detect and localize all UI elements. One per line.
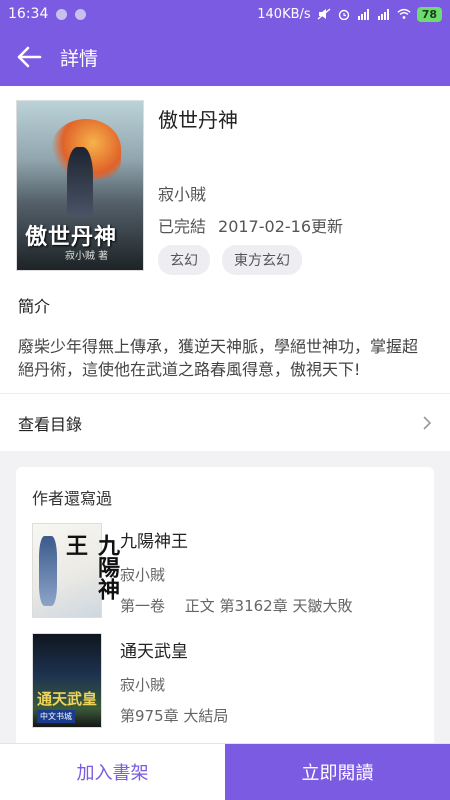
book-header: 傲世丹神 寂小贼 著 傲世丹神 寂小賊 已完結 2017-02-16更新 玄幻 …	[0, 86, 450, 287]
book-update-date: 2017-02-16更新	[218, 217, 344, 236]
book-item-title: 九陽神王	[120, 532, 188, 552]
book-cover-image: 傲世丹神 寂小贼 著	[16, 100, 144, 271]
cover-author: 寂小贼 著	[65, 251, 109, 262]
book-thumbnail: 通天武皇 中文书城	[32, 633, 102, 728]
tag-list: 玄幻 東方玄幻	[158, 245, 434, 275]
notification-dot-icon	[56, 8, 68, 20]
thumbnail-title: 九陽神王	[62, 534, 120, 600]
author-books-card: 作者還寫過 九陽神王 九陽神王 寂小賊 第一卷 正文 第3162章 天皺大敗 通…	[16, 467, 434, 743]
cover-art	[39, 536, 57, 606]
book-author[interactable]: 寂小賊	[158, 181, 434, 205]
page-title: 詳情	[60, 47, 99, 70]
bottom-action-bar: 加入書架 立即閱讀	[0, 743, 450, 800]
author-books-heading: 作者還寫過	[32, 489, 113, 508]
list-item[interactable]: 通天武皇 中文书城 通天武皇 寂小賊 第975章 大結局	[32, 633, 418, 743]
tag-chip[interactable]: 東方玄幻	[222, 245, 302, 275]
notification-dot-icon	[75, 8, 87, 20]
status-bar: 16:34 140KB/s 78	[0, 0, 450, 28]
thumbnail-title: 通天武皇	[37, 690, 98, 708]
book-status: 已完結	[158, 217, 207, 236]
arrow-left-icon	[17, 46, 42, 68]
battery-indicator: 78	[416, 6, 442, 22]
view-toc-label: 查看目錄	[18, 414, 83, 434]
intro-heading: 簡介	[18, 297, 51, 316]
mute-icon	[317, 8, 331, 20]
book-item-chapter: 第一卷 正文 第3162章 天皺大敗	[120, 597, 353, 615]
book-item-meta: 九陽神王 寂小賊 第一卷 正文 第3162章 天皺大敗	[120, 523, 352, 633]
chevron-right-icon	[423, 415, 432, 430]
thumbnail-publisher: 中文书城	[37, 710, 75, 723]
status-time: 16:34	[8, 6, 49, 22]
book-item-title: 通天武皇	[120, 642, 188, 662]
intro-text: 廢柴少年得無上傳承，獲逆天神脈，學絕世神功，掌握超絕丹術，這使他在武道之路春風得…	[18, 337, 419, 379]
back-button[interactable]	[12, 40, 46, 74]
signal-icon	[377, 9, 389, 20]
book-item-author: 寂小賊	[120, 566, 166, 584]
book-info-panel: 傲世丹神 寂小贼 著 傲世丹神 寂小賊 已完結 2017-02-16更新 玄幻 …	[0, 86, 450, 451]
detail-content[interactable]: 傲世丹神 寂小贼 著 傲世丹神 寂小賊 已完結 2017-02-16更新 玄幻 …	[0, 86, 450, 743]
list-item[interactable]: 九陽神王 九陽神王 寂小賊 第一卷 正文 第3162章 天皺大敗	[32, 523, 418, 633]
cover-art	[67, 147, 93, 217]
book-item-meta: 通天武皇 寂小賊 第975章 大結局	[120, 633, 228, 743]
book-item-author: 寂小賊	[120, 676, 166, 694]
tag-chip[interactable]: 玄幻	[158, 245, 210, 275]
book-title: 傲世丹神	[158, 108, 238, 132]
app-bar: 詳情	[0, 28, 450, 86]
read-now-button[interactable]: 立即閱讀	[225, 744, 450, 800]
book-thumbnail: 九陽神王	[32, 523, 120, 618]
book-item-chapter: 第975章 大結局	[120, 707, 229, 725]
alarm-icon	[338, 9, 349, 20]
signal-icon	[357, 9, 369, 20]
book-status-line: 已完結 2017-02-16更新	[158, 213, 434, 237]
network-speed: 140KB/s	[257, 6, 311, 22]
wifi-icon	[397, 8, 411, 19]
book-meta: 傲世丹神 寂小賊 已完結 2017-02-16更新 玄幻 東方玄幻	[158, 100, 434, 275]
view-toc-row[interactable]: 查看目錄	[0, 393, 450, 451]
add-to-shelf-button[interactable]: 加入書架	[0, 744, 225, 800]
